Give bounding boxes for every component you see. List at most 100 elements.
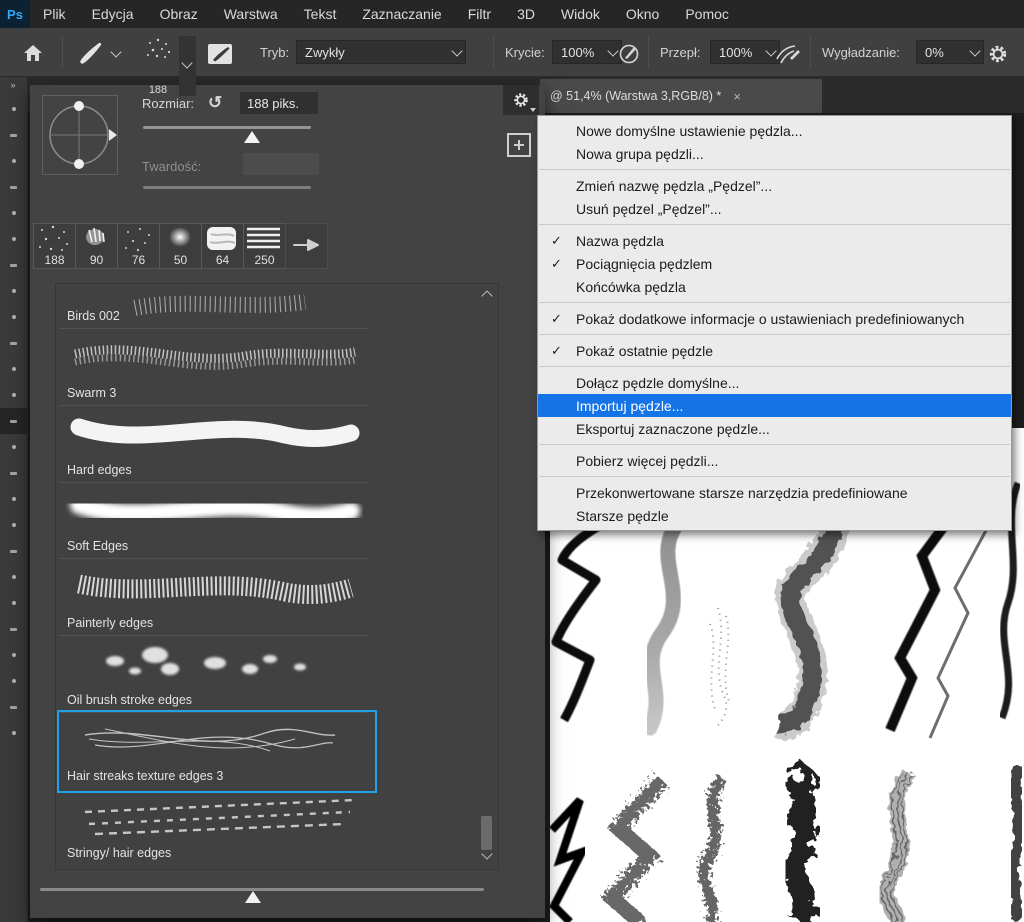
- tool-slot[interactable]: [0, 96, 27, 122]
- krycie-label: Krycie:: [505, 45, 545, 60]
- brush-angle-control[interactable]: [42, 95, 118, 175]
- menu-item-get-more-brushes[interactable]: Pobierz więcej pędzli...: [538, 449, 1011, 472]
- tool-slot[interactable]: [0, 486, 27, 512]
- tool-slot[interactable]: [0, 564, 27, 590]
- menu-item-brush-name[interactable]: ✓Nazwa pędzla: [538, 229, 1011, 252]
- menu-tekst[interactable]: Tekst: [291, 0, 350, 28]
- preset-tile-76[interactable]: 76: [117, 223, 160, 269]
- menu-item-append-default-brushes[interactable]: Dołącz pędzle domyślne...: [538, 371, 1011, 394]
- brush-row-soft-edges[interactable]: Soft Edges: [59, 482, 369, 559]
- tool-slot[interactable]: [0, 330, 27, 356]
- tool-slot[interactable]: [0, 668, 27, 694]
- size-slider-thumb[interactable]: [244, 131, 260, 143]
- brush-tool-icon[interactable]: [74, 40, 106, 66]
- brush-row-birds-002[interactable]: Birds 002: [59, 283, 369, 329]
- menu-edycja[interactable]: Edycja: [79, 0, 147, 28]
- tool-slot[interactable]: [0, 694, 27, 720]
- document-tab[interactable]: @ 51,4% (Warstwa 3,RGB/8) * ×: [540, 79, 822, 113]
- ps-logo: Ps: [0, 0, 30, 28]
- brush-row-hard-edges[interactable]: Hard edges: [59, 406, 369, 483]
- tool-slot[interactable]: [0, 538, 27, 564]
- menu-3d[interactable]: 3D: [504, 0, 548, 28]
- tool-slot[interactable]: [0, 148, 27, 174]
- rozmiar-field[interactable]: 188 piks.: [240, 92, 318, 114]
- airbrush-icon[interactable]: [774, 42, 802, 66]
- tool-slot[interactable]: [0, 382, 27, 408]
- menu-okno[interactable]: Okno: [613, 0, 672, 28]
- tool-slot[interactable]: [0, 590, 27, 616]
- menu-item-export-selected-brushes[interactable]: Eksportuj zaznaczone pędzle...: [538, 417, 1011, 440]
- menu-pomoc[interactable]: Pomoc: [672, 0, 742, 28]
- preset-tile-64[interactable]: 64: [201, 223, 244, 269]
- brush-preview-icon[interactable]: [143, 36, 173, 60]
- menu-item-converted-legacy-presets[interactable]: Przekonwertowane starsze narzędzia prede…: [538, 481, 1011, 504]
- scroll-down-icon[interactable]: [481, 848, 492, 859]
- menu-obraz[interactable]: Obraz: [147, 0, 211, 28]
- menu-item-show-recent-brushes[interactable]: ✓Pokaż ostatnie pędzle: [538, 339, 1011, 362]
- menu-item-brush-tip[interactable]: Końcówka pędzla: [538, 275, 1011, 298]
- preset-tile-90[interactable]: 90: [75, 223, 118, 269]
- brush-row-stringy-hair[interactable]: Stringy/ hair edges: [59, 789, 369, 865]
- brush-row-oil-brush[interactable]: Oil brush stroke edges: [59, 636, 369, 713]
- toolbar-expand-icon[interactable]: »: [0, 76, 27, 96]
- menu-widok[interactable]: Widok: [548, 0, 613, 28]
- brush-settings-gear-icon[interactable]: [984, 41, 1012, 67]
- przepl-select[interactable]: 100%: [710, 40, 780, 64]
- tool-slot[interactable]: [0, 616, 27, 642]
- tab-close-icon[interactable]: ×: [733, 89, 741, 104]
- toggle-brush-panel-icon[interactable]: [205, 42, 235, 66]
- krycie-select[interactable]: 100%: [552, 40, 622, 64]
- menu-item-delete-brush[interactable]: Usuń pędzel „Pędzel”...: [538, 197, 1011, 220]
- brush-tool-chevron[interactable]: [110, 46, 121, 57]
- panel-gear-button[interactable]: [503, 85, 539, 115]
- new-brush-button[interactable]: [507, 133, 531, 157]
- menu-item-brush-stroke[interactable]: ✓Pociągnięcia pędzlem: [538, 252, 1011, 275]
- tool-slot[interactable]: [0, 642, 27, 668]
- menu-item-import-brushes[interactable]: Importuj pędzle...: [538, 394, 1011, 417]
- menu-item-rename-brush[interactable]: Zmień nazwę pędzla „Pędzel”...: [538, 174, 1011, 197]
- wygladzanie-select[interactable]: 0%: [916, 40, 984, 64]
- preset-tile-188[interactable]: 188: [33, 223, 76, 269]
- tool-slot[interactable]: [0, 122, 27, 148]
- tryb-select[interactable]: Zwykły: [296, 40, 466, 64]
- preview-zoom-slider-track[interactable]: [40, 888, 484, 891]
- menu-item-legacy-brushes[interactable]: Starsze pędzle: [538, 504, 1011, 527]
- tool-slot[interactable]: [0, 720, 27, 746]
- tool-slot[interactable]: [0, 278, 27, 304]
- size-slider-track[interactable]: [143, 126, 311, 129]
- scrollbar-thumb[interactable]: [481, 816, 492, 850]
- brush-preview-dropdown[interactable]: [179, 36, 196, 96]
- menu-warstwa[interactable]: Warstwa: [211, 0, 291, 28]
- menu-item-show-additional-info[interactable]: ✓Pokaż dodatkowe informacje o ustawienia…: [538, 307, 1011, 330]
- opacity-pressure-icon[interactable]: [616, 42, 642, 66]
- brush-list: Birds 002 Swarm 3 Hard edges Soft Edges: [55, 283, 499, 870]
- preview-zoom-slider-thumb[interactable]: [245, 891, 261, 903]
- list-scrollbar[interactable]: [480, 288, 494, 862]
- tool-slot[interactable]: [0, 434, 27, 460]
- tool-slot[interactable]: [0, 200, 27, 226]
- tool-slot[interactable]: [0, 460, 27, 486]
- brush-row-painterly-edges[interactable]: Painterly edges: [59, 559, 369, 636]
- tool-slot[interactable]: [0, 226, 27, 252]
- brush-name: Oil brush stroke edges: [67, 693, 192, 707]
- reset-size-icon[interactable]: ↺: [208, 93, 222, 113]
- preset-tile-50[interactable]: 50: [159, 223, 202, 269]
- scroll-up-icon[interactable]: [481, 290, 492, 301]
- menu-filtr[interactable]: Filtr: [455, 0, 504, 28]
- tool-slot[interactable]: [0, 512, 27, 538]
- home-icon[interactable]: [18, 42, 48, 64]
- brush-row-swarm-3[interactable]: Swarm 3: [59, 329, 369, 406]
- menu-plik[interactable]: Plik: [30, 0, 79, 28]
- tool-slot-selected[interactable]: [0, 408, 27, 434]
- tool-slot[interactable]: [0, 356, 27, 382]
- tool-slot[interactable]: [0, 252, 27, 278]
- preset-tile-250[interactable]: 250: [243, 223, 286, 269]
- menu-item-new-default-brush[interactable]: Nowe domyślne ustawienie pędzla...: [538, 119, 1011, 142]
- hardness-slider-track: [143, 186, 311, 189]
- menu-item-new-brush-group[interactable]: Nowa grupa pędzli...: [538, 142, 1011, 165]
- wygladzanie-chevron: [969, 45, 980, 56]
- preset-tile-more[interactable]: [285, 223, 328, 269]
- tool-slot[interactable]: [0, 174, 27, 200]
- tool-slot[interactable]: [0, 304, 27, 330]
- menu-zaznaczanie[interactable]: Zaznaczanie: [349, 0, 454, 28]
